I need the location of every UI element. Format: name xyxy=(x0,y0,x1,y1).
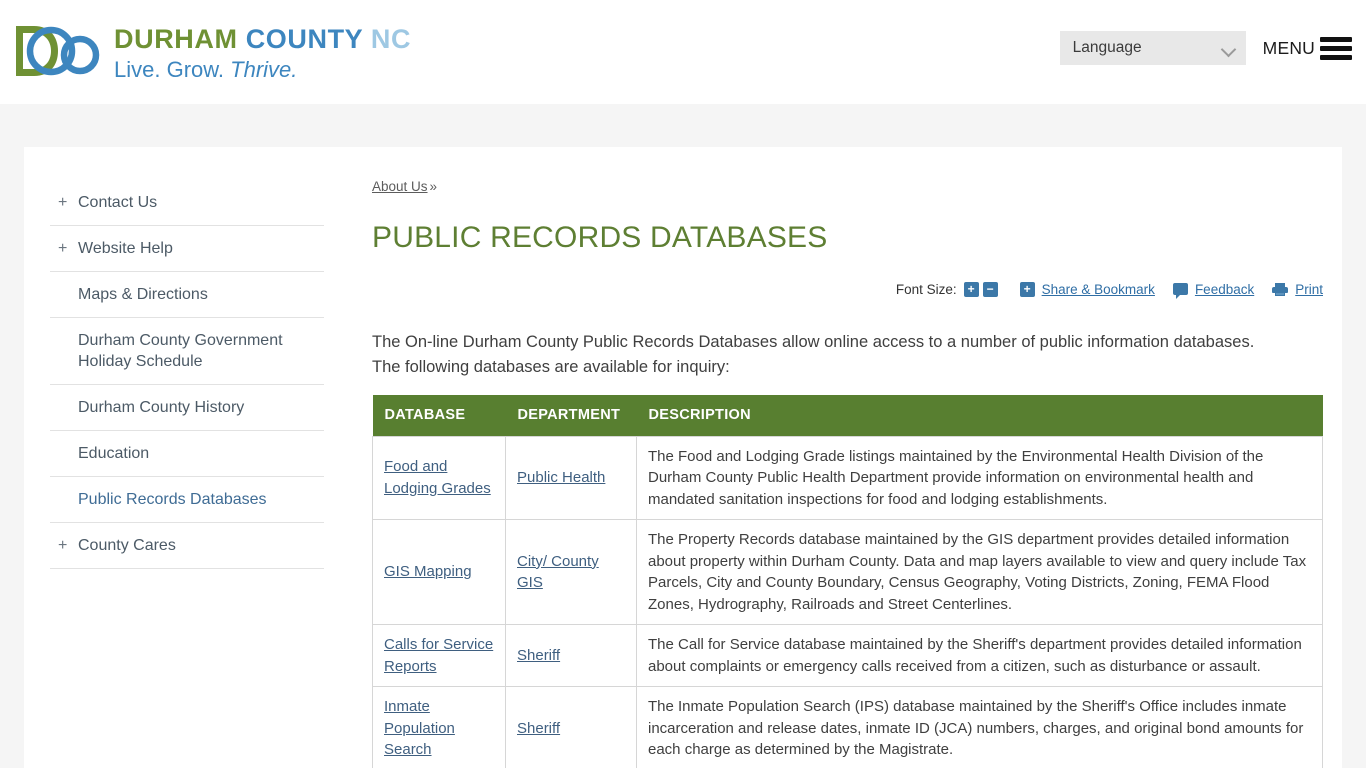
language-select-label: Language xyxy=(1072,39,1142,56)
department-link[interactable]: City/ County GIS xyxy=(517,553,599,592)
cell-database: Inmate Population Search xyxy=(372,686,506,768)
department-link[interactable]: Sheriff xyxy=(517,647,560,664)
plus-icon: + xyxy=(1019,281,1035,297)
chevron-down-icon xyxy=(1223,44,1236,52)
dco-monogram-icon xyxy=(16,26,100,76)
column-header-database: DATABASE xyxy=(372,395,506,436)
table-header-row: DATABASE DEPARTMENT DESCRIPTION xyxy=(372,395,1323,436)
sidebar-item-label: County Cares xyxy=(78,537,176,554)
site-header: DURHAM COUNTY NC Live. Grow. Thrive. Lan… xyxy=(0,0,1366,104)
cell-department: Sheriff xyxy=(505,624,637,687)
header-controls: Language MENU xyxy=(1059,31,1352,65)
sidebar-item-maps-directions[interactable]: Maps & Directions xyxy=(50,272,324,318)
department-link[interactable]: Public Health xyxy=(517,469,605,486)
sidebar-item-label: Public Records Databases xyxy=(78,491,267,508)
page-body: + Contact Us + Website Help Maps & Direc… xyxy=(0,104,1366,768)
language-select[interactable]: Language xyxy=(1059,31,1246,65)
table-row: Inmate Population Search Sheriff The Inm… xyxy=(372,686,1323,768)
logo-tagline-part2: Thrive. xyxy=(230,57,298,82)
sidebar-item-label: Contact Us xyxy=(78,194,158,211)
sidebar-item-label: Durham County Government Holiday Schedul… xyxy=(78,332,283,370)
print-label[interactable]: Print xyxy=(1295,282,1323,297)
cell-database: GIS Mapping xyxy=(372,519,506,625)
plus-icon: + xyxy=(58,194,68,211)
print-button[interactable]: Print xyxy=(1272,282,1323,297)
database-link[interactable]: Inmate Population Search xyxy=(384,698,455,758)
sidebar-item-county-history[interactable]: Durham County History xyxy=(50,385,324,431)
table-row: Food and Lodging Grades Public Health Th… xyxy=(372,435,1323,520)
font-size-label: Font Size: xyxy=(895,281,957,297)
printer-icon xyxy=(1272,282,1289,296)
menu-button[interactable]: MENU xyxy=(1262,36,1352,60)
department-link[interactable]: Sheriff xyxy=(517,720,560,737)
database-link[interactable]: GIS Mapping xyxy=(384,563,472,580)
breadcrumb: About Us» xyxy=(372,179,1323,194)
column-header-department: DEPARTMENT xyxy=(505,395,637,436)
breadcrumb-link-about-us[interactable]: About Us xyxy=(372,179,428,194)
utility-bar: Font Size: + − + Share & Bookmark Feedba… xyxy=(372,279,1323,299)
feedback-label[interactable]: Feedback xyxy=(1195,282,1254,297)
cell-department: Sheriff xyxy=(505,686,637,768)
font-increase-button[interactable]: + xyxy=(963,281,979,297)
sidebar-item-contact-us[interactable]: + Contact Us xyxy=(50,180,324,226)
plus-icon: + xyxy=(58,537,68,554)
share-bookmark-label[interactable]: Share & Bookmark xyxy=(1042,282,1155,297)
sidebar-nav: + Contact Us + Website Help Maps & Direc… xyxy=(24,147,350,768)
cell-department: City/ County GIS xyxy=(505,519,637,625)
cell-description: The Property Records database maintained… xyxy=(636,519,1323,625)
database-link[interactable]: Food and Lodging Grades xyxy=(384,458,491,497)
cell-description: The Food and Lodging Grade listings main… xyxy=(636,435,1323,520)
cell-database: Food and Lodging Grades xyxy=(372,435,506,520)
menu-button-label: MENU xyxy=(1262,37,1315,58)
database-link[interactable]: Calls for Service Reports xyxy=(384,636,493,675)
feedback-button[interactable]: Feedback xyxy=(1172,282,1254,299)
sidebar-item-website-help[interactable]: + Website Help xyxy=(50,226,324,272)
logo-word-nc: NC xyxy=(370,24,412,54)
logo-tagline-part1: Live. Grow. xyxy=(114,57,231,82)
share-bookmark-button[interactable]: + Share & Bookmark xyxy=(1019,281,1155,297)
sidebar-item-label: Education xyxy=(78,445,150,462)
font-decrease-button[interactable]: − xyxy=(982,281,998,297)
breadcrumb-separator: » xyxy=(429,179,438,194)
logo-title: DURHAM COUNTY NC xyxy=(114,24,411,54)
content-card: + Contact Us + Website Help Maps & Direc… xyxy=(24,147,1342,768)
sidebar-item-label: Durham County History xyxy=(78,399,245,416)
cell-description: The Inmate Population Search (IPS) datab… xyxy=(636,686,1323,768)
table-row: GIS Mapping City/ County GIS The Propert… xyxy=(372,519,1323,625)
sidebar-item-holiday-schedule[interactable]: Durham County Government Holiday Schedul… xyxy=(50,318,324,385)
site-logo[interactable]: DURHAM COUNTY NC Live. Grow. Thrive. xyxy=(10,20,411,84)
sidebar-item-education[interactable]: Education xyxy=(50,431,324,477)
table-row: Calls for Service Reports Sheriff The Ca… xyxy=(372,624,1323,687)
cell-department: Public Health xyxy=(505,435,637,520)
logo-word-durham: DURHAM xyxy=(114,24,246,54)
plus-icon: + xyxy=(58,240,68,257)
speech-bubble-icon xyxy=(1172,283,1188,299)
cell-description: The Call for Service database maintained… xyxy=(636,624,1323,687)
page-title: PUBLIC RECORDS DATABASES xyxy=(372,221,828,254)
logo-tagline: Live. Grow. Thrive. xyxy=(114,56,411,84)
main-content: About Us» PUBLIC RECORDS DATABASES Font … xyxy=(350,147,1345,768)
sidebar-item-label: Website Help xyxy=(78,240,173,257)
column-header-description: DESCRIPTION xyxy=(636,395,1323,436)
logo-word-county: COUNTY xyxy=(245,24,371,54)
sidebar-item-public-records-databases[interactable]: Public Records Databases xyxy=(50,477,324,523)
cell-database: Calls for Service Reports xyxy=(372,624,506,687)
intro-paragraph: The On-line Durham County Public Records… xyxy=(372,333,1255,376)
sidebar-item-county-cares[interactable]: + County Cares xyxy=(50,523,324,569)
public-records-table: DATABASE DEPARTMENT DESCRIPTION Food and… xyxy=(372,395,1323,768)
sidebar-item-label: Maps & Directions xyxy=(78,286,208,303)
logo-text: DURHAM COUNTY NC Live. Grow. Thrive. xyxy=(114,20,411,84)
hamburger-icon xyxy=(1320,36,1352,60)
